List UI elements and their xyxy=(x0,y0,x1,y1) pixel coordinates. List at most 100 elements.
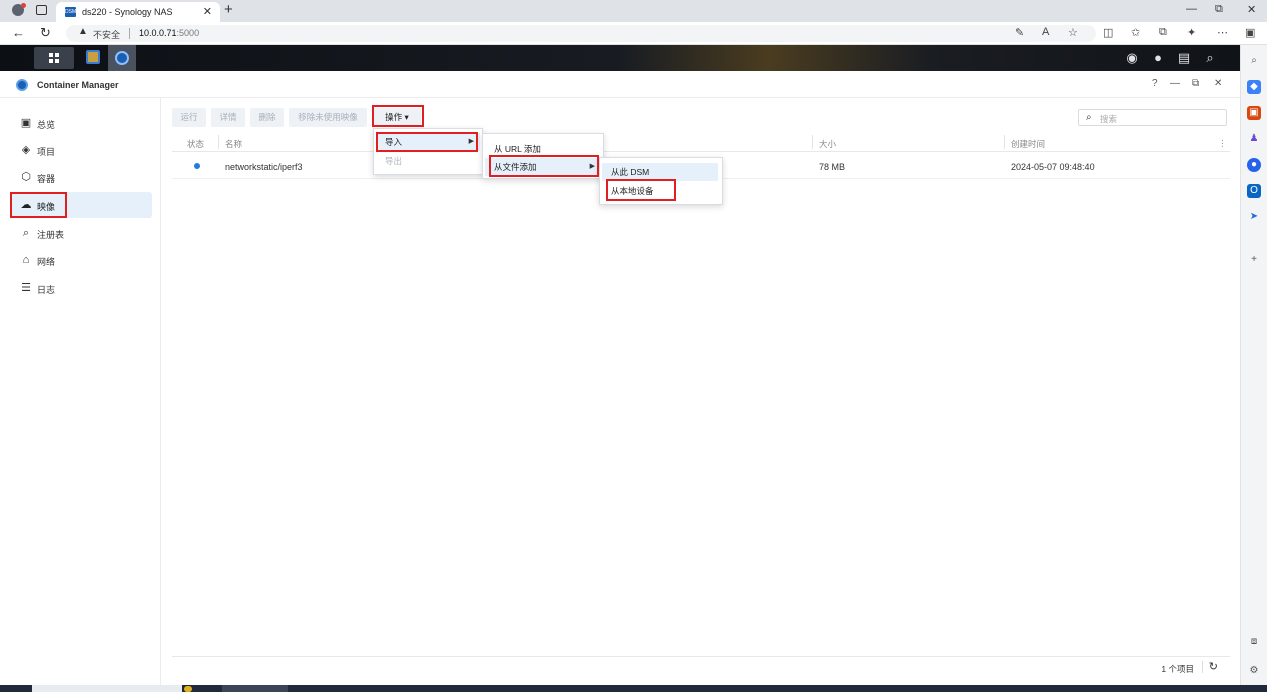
close-window-icon[interactable]: ✕ xyxy=(1247,3,1256,16)
url-field[interactable]: ▲ 不安全 10.0.0.71:5000 xyxy=(66,25,1096,42)
sidebar-item-label: 日志 xyxy=(37,285,56,295)
dsm-favicon-icon: DSM xyxy=(65,7,77,17)
chat-icon[interactable]: ◉ xyxy=(1125,51,1139,65)
column-divider xyxy=(812,135,813,149)
sidebar-item-log[interactable]: ☰ 日志 xyxy=(10,275,152,301)
taskbar-app-icon[interactable] xyxy=(184,686,192,692)
search-placeholder: 搜索 xyxy=(1100,114,1118,124)
favorite-star-icon[interactable]: ☆ xyxy=(1068,26,1078,39)
close-icon[interactable]: ✕ xyxy=(1214,78,1222,89)
refresh-icon[interactable]: ↻ xyxy=(1209,660,1218,673)
run-button[interactable]: 运行 xyxy=(172,108,206,127)
new-tab-icon[interactable]: + xyxy=(224,1,233,18)
column-divider xyxy=(1004,135,1005,149)
favorites-icon[interactable]: ✩ xyxy=(1131,26,1140,39)
menu-item-from-local-device[interactable]: 从本地设备 xyxy=(602,182,718,200)
app-title: Container Manager xyxy=(37,80,119,90)
taskbar-app-icon[interactable] xyxy=(222,685,288,692)
menu-item-label: 导入 xyxy=(385,137,403,147)
column-options-icon[interactable]: ⋮ xyxy=(1218,138,1227,149)
taskbar-search[interactable] xyxy=(32,685,182,692)
settings-gear-icon[interactable]: ⚙ xyxy=(1247,664,1261,678)
actions-menu: 导入 ▶ 导出 xyxy=(373,128,483,175)
collections-icon[interactable]: ⧉ xyxy=(1159,26,1167,39)
add-icon[interactable]: + xyxy=(1247,253,1261,267)
search-field[interactable]: ⌕ 搜索 xyxy=(1078,109,1227,126)
container-manager-icon xyxy=(115,51,129,65)
sidebar-item-registry[interactable]: ⌕ 注册表 xyxy=(10,220,152,246)
sidebar-item-network[interactable]: ⌂ 网络 xyxy=(10,247,152,273)
menu-item-export[interactable]: 导出 xyxy=(376,152,480,170)
remove-unused-images-button[interactable]: 移除未使用映像 xyxy=(289,108,367,127)
menu-item-label: 从文件添加 xyxy=(494,162,537,172)
outlook-icon[interactable]: O xyxy=(1247,184,1261,198)
drop-icon[interactable]: ➤ xyxy=(1247,210,1261,224)
menu-item-from-url[interactable]: 从 URL 添加 xyxy=(485,140,601,158)
import-submenu: 从 URL 添加 从文件添加 ▶ xyxy=(482,133,604,179)
header-size[interactable]: 大小 xyxy=(819,138,836,150)
menu-item-import[interactable]: 导入 ▶ xyxy=(376,133,480,151)
project-icon: ◈ xyxy=(21,144,31,156)
container-manager-taskbar-button[interactable] xyxy=(108,45,136,71)
minimize-window-icon[interactable]: — xyxy=(1186,3,1197,15)
submenu-arrow-icon: ▶ xyxy=(468,138,474,145)
widgets-icon[interactable]: ▤ xyxy=(1177,51,1191,65)
sidebar-item-label: 映像 xyxy=(37,202,56,212)
tools-icon[interactable]: ▣ xyxy=(1247,106,1261,120)
network-icon: ⌂ xyxy=(22,254,30,266)
sidebar-item-project[interactable]: ◈ 项目 xyxy=(10,137,152,163)
image-size: 78 MB xyxy=(819,162,846,172)
extensions-icon[interactable]: ✦ xyxy=(1187,26,1196,39)
window-header: Container Manager ? — ⧉ ✕ xyxy=(0,71,1240,98)
menu-item-from-dsm[interactable]: 从此 DSM xyxy=(602,163,718,181)
screenshot-icon[interactable]: ⧈ xyxy=(1247,635,1261,649)
dsm-taskbar: ◉ ● ▤ ⌕ xyxy=(0,45,1240,71)
sidebar-item-image[interactable]: ☁ 映像 xyxy=(10,192,152,218)
more-icon[interactable]: ⋯ xyxy=(1217,26,1228,39)
notification-dot xyxy=(21,3,26,8)
search-icon[interactable]: ⌕ xyxy=(1247,54,1261,68)
table-footer: 1 个项目 ↻ xyxy=(172,656,1230,676)
actions-button[interactable]: 操作 ▾ xyxy=(373,108,421,127)
header-created[interactable]: 创建时间 xyxy=(1011,138,1045,150)
divider xyxy=(129,28,130,39)
help-icon[interactable]: ? xyxy=(1152,78,1158,89)
tab-close-icon[interactable]: ✕ xyxy=(203,5,212,18)
sidebar-item-container[interactable]: ⬡ 容器 xyxy=(10,164,152,190)
details-button[interactable]: 详情 xyxy=(211,108,245,127)
delete-button[interactable]: 删除 xyxy=(250,108,284,127)
restore-icon[interactable]: ⧉ xyxy=(1192,78,1199,89)
sidebar-item-label: 注册表 xyxy=(37,230,65,240)
log-icon: ☰ xyxy=(21,282,31,294)
games-icon[interactable]: ♟ xyxy=(1247,132,1261,146)
back-icon[interactable]: ← xyxy=(12,25,25,40)
header-status[interactable]: 状态 xyxy=(187,138,204,150)
sidebar-item-label: 网络 xyxy=(37,257,56,267)
sidebar: ▣ 总览 ◈ 项目 ⬡ 容器 ☁ 映像 ⌕ 注册表 ⌂ 网络 ☰ 日志 xyxy=(0,98,161,685)
sidebar-item-label: 项目 xyxy=(37,147,56,157)
restore-window-icon[interactable]: ⧉ xyxy=(1215,3,1223,16)
insecure-label: 不安全 xyxy=(93,30,121,40)
read-aloud-icon[interactable]: A xyxy=(1042,26,1049,38)
pen-icon[interactable]: ✎ xyxy=(1015,26,1024,39)
header-name[interactable]: 名称 xyxy=(225,138,242,150)
sidebar-toggle-icon[interactable]: ▣ xyxy=(1245,26,1255,39)
sidebar-item-overview[interactable]: ▣ 总览 xyxy=(10,110,152,136)
browser-tab[interactable]: DSM ds220 - Synology NAS ✕ xyxy=(56,2,220,22)
table-header: 状态 名称 大小 创建时间 ⋮ xyxy=(172,132,1230,152)
url-text: 10.0.0.71:5000 xyxy=(139,28,199,38)
menu-item-from-file[interactable]: 从文件添加 ▶ xyxy=(485,158,601,176)
file-station-icon[interactable] xyxy=(86,50,100,64)
main-menu-button[interactable] xyxy=(34,47,74,69)
copilot-icon[interactable]: ● xyxy=(1247,158,1261,172)
url-host: 10.0.0.71 xyxy=(139,28,177,38)
split-screen-icon[interactable]: ◫ xyxy=(1103,26,1113,39)
shopping-icon[interactable]: ◆ xyxy=(1247,80,1261,94)
search-icon[interactable]: ⌕ xyxy=(1203,51,1217,65)
image-icon: ☁ xyxy=(20,199,32,211)
reload-icon[interactable]: ↻ xyxy=(40,25,51,41)
tab-actions-icon[interactable] xyxy=(36,5,47,15)
minimize-icon[interactable]: — xyxy=(1170,78,1180,89)
user-icon[interactable]: ● xyxy=(1151,51,1165,65)
address-bar: ← ↻ ▲ 不安全 10.0.0.71:5000 ✎ A ☆ ◫ ✩ ⧉ ✦ ⋯… xyxy=(0,22,1267,45)
